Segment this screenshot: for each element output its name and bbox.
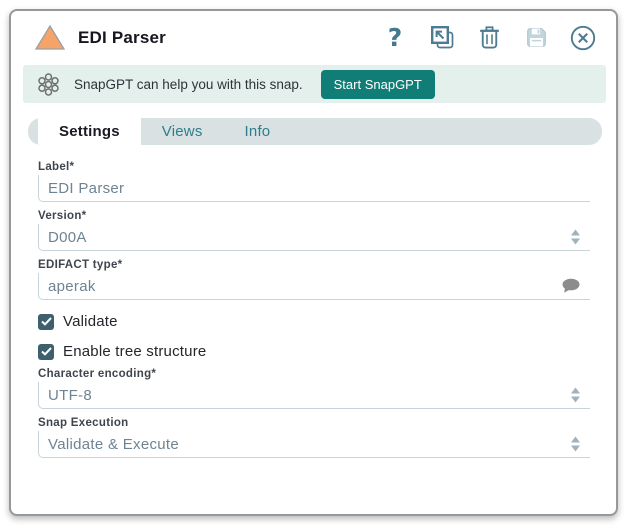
edifact-type-input-value: aperak (48, 278, 96, 295)
snap-execution-field-label: Snap Execution (38, 417, 590, 429)
character-encoding-select[interactable]: UTF-8 (38, 382, 590, 409)
version-select-value: D00A (48, 229, 87, 246)
edifact-type-field-label: EDIFACT type* (38, 259, 590, 271)
help-icon[interactable]: ? (382, 25, 408, 51)
tab-settings[interactable]: Settings (38, 118, 141, 145)
validate-checkbox[interactable] (38, 314, 54, 330)
version-select[interactable]: D00A (38, 224, 590, 251)
comment-bubble-icon[interactable] (561, 278, 581, 294)
version-spinner-icon[interactable] (570, 229, 581, 246)
label-input-value: EDI Parser (48, 180, 124, 197)
enable-tree-structure-checkbox-row[interactable]: Enable tree structure (38, 343, 590, 360)
snap-execution-select[interactable]: Validate & Execute (38, 431, 590, 458)
close-icon[interactable] (570, 25, 596, 51)
character-encoding-field-label: Character encoding* (38, 368, 590, 380)
start-snapgpt-button[interactable]: Start SnapGPT (321, 70, 435, 99)
label-input[interactable]: EDI Parser (38, 175, 590, 202)
enable-tree-structure-checkbox-label: Enable tree structure (63, 343, 206, 360)
validate-checkbox-row[interactable]: Validate (38, 313, 590, 330)
snap-triangle-icon (35, 24, 65, 51)
tab-info[interactable]: Info (224, 118, 292, 145)
label-field-label: Label* (38, 161, 590, 173)
snapgpt-message: SnapGPT can help you with this snap. (74, 77, 303, 92)
settings-form: Label* EDI Parser Version* D00A EDIFACT … (11, 145, 616, 458)
expand-icon[interactable] (429, 25, 455, 51)
character-encoding-spinner-icon[interactable] (570, 387, 581, 404)
delete-icon[interactable] (476, 25, 502, 51)
snap-settings-dialog: EDI Parser ? (9, 9, 618, 516)
validate-checkbox-label: Validate (63, 313, 118, 330)
tab-views[interactable]: Views (141, 118, 224, 145)
dialog-title: EDI Parser (78, 28, 166, 48)
check-icon (41, 317, 52, 326)
edifact-type-input[interactable]: aperak (38, 273, 590, 300)
snapgpt-banner: SnapGPT can help you with this snap. Sta… (23, 65, 606, 103)
snapgpt-icon (35, 71, 62, 98)
snap-execution-select-value: Validate & Execute (48, 436, 179, 453)
tab-bar: Settings Views Info (28, 118, 602, 145)
check-icon (41, 347, 52, 356)
header-toolbar: ? (382, 25, 596, 51)
snap-execution-spinner-icon[interactable] (570, 436, 581, 453)
dialog-header: EDI Parser ? (11, 11, 616, 59)
enable-tree-structure-checkbox[interactable] (38, 344, 54, 360)
save-icon[interactable] (523, 25, 549, 51)
version-field-label: Version* (38, 210, 590, 222)
character-encoding-select-value: UTF-8 (48, 387, 92, 404)
